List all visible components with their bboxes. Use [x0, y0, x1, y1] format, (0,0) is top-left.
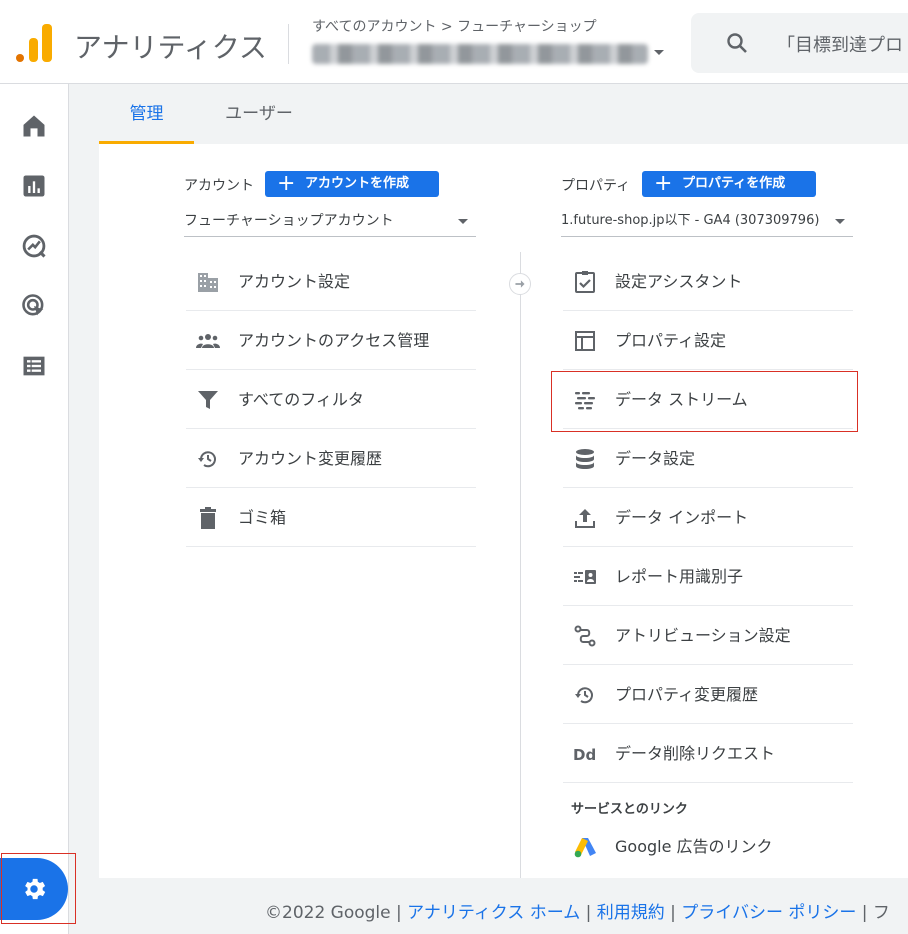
property-selector[interactable]: 1.future-shop.jp以下 - GA4 (307309796)	[561, 207, 853, 237]
menu-item-label: ゴミ箱	[238, 508, 287, 527]
footer-link-terms[interactable]: 利用規約	[597, 903, 665, 923]
advertising-icon[interactable]	[20, 292, 48, 320]
setup-assistant-item[interactable]: 設定アシスタント	[563, 253, 853, 311]
menu-item-label: 設定アシスタント	[615, 272, 743, 291]
configure-icon[interactable]	[20, 352, 48, 380]
analytics-logo-icon[interactable]	[16, 22, 52, 62]
footer-link-privacy[interactable]: プライバシー ポリシー	[681, 903, 856, 923]
attribution-icon	[574, 625, 596, 647]
menu-item-label: アカウント設定	[238, 272, 351, 291]
building-icon	[198, 273, 218, 292]
create-property-label: プロパティを作成	[682, 176, 786, 191]
reporting-identity-item[interactable]: レポート用識別子	[563, 548, 853, 606]
google-ads-link-item[interactable]: Google 広告のリンク	[563, 818, 853, 876]
data-streams-item[interactable]: データ ストリーム	[563, 371, 853, 429]
history-icon	[575, 687, 593, 704]
data-settings-item[interactable]: データ設定	[563, 430, 853, 488]
account-history-item[interactable]: アカウント変更履歴	[186, 430, 476, 488]
upload-icon	[575, 509, 595, 528]
menu-item-label: Google 広告のリンク	[615, 837, 773, 856]
search-icon	[727, 33, 747, 53]
tab-user[interactable]: ユーザー	[209, 84, 309, 144]
stream-icon	[575, 392, 595, 410]
admin-button[interactable]	[0, 858, 68, 920]
admin-panel: アカウント + アカウントを作成 フューチャーショップアカウント アカウント設定…	[99, 144, 908, 878]
database-icon	[576, 449, 594, 469]
account-label: アカウント	[184, 178, 254, 194]
account-selector-value: フューチャーショップアカウント	[184, 213, 394, 229]
create-account-button[interactable]: + アカウントを作成	[265, 171, 439, 197]
property-history-item[interactable]: プロパティ変更履歴	[563, 666, 853, 724]
trash-icon	[200, 507, 216, 529]
history-icon	[198, 451, 216, 468]
breadcrumb[interactable]: すべてのアカウント > フューチャーショップ	[312, 16, 597, 36]
tab-admin[interactable]: 管理	[99, 84, 194, 144]
data-import-item[interactable]: データ インポート	[563, 489, 853, 547]
admin-tabs: 管理 ユーザー	[99, 84, 908, 144]
dd-icon: Dd	[573, 746, 596, 764]
left-nav	[0, 84, 69, 934]
property-selector-blurred[interactable]	[312, 44, 648, 64]
property-settings-item[interactable]: プロパティ設定	[563, 312, 853, 370]
identity-icon	[574, 570, 596, 584]
services-header: サービスとのリンク	[571, 802, 688, 817]
arrow-right-icon	[509, 273, 531, 295]
checklist-icon	[575, 271, 595, 293]
property-label: プロパティ	[561, 178, 631, 194]
footer-link-analytics-home[interactable]: アナリティクス ホーム	[407, 903, 580, 923]
app-title: アナリティクス	[74, 31, 267, 64]
menu-item-label: プロパティ設定	[615, 331, 727, 350]
column-divider	[520, 252, 521, 878]
top-header: アナリティクス すべてのアカウント > フューチャーショップ 「目標到達プロ	[0, 0, 908, 84]
menu-item-label: レポート用識別子	[615, 567, 744, 586]
menu-item-label: データ ストリーム	[615, 390, 748, 409]
chevron-down-icon	[835, 219, 845, 224]
account-settings-item[interactable]: アカウント設定	[186, 253, 476, 311]
google-ads-icon	[574, 838, 596, 858]
account-selector[interactable]: フューチャーショップアカウント	[184, 207, 476, 237]
explore-icon[interactable]	[20, 232, 48, 260]
all-filters-item[interactable]: すべてのフィルタ	[186, 371, 476, 429]
footer: ©2022 Google | アナリティクス ホーム | 利用規約 | プライバ…	[265, 903, 890, 923]
svg-text:Dd: Dd	[573, 746, 596, 764]
menu-item-label: すべてのフィルタ	[238, 390, 364, 409]
plus-icon: +	[654, 171, 673, 196]
trash-item[interactable]: ゴミ箱	[186, 489, 476, 547]
people-icon	[196, 334, 220, 348]
gear-icon	[25, 878, 46, 900]
plus-icon: +	[277, 171, 296, 196]
menu-item-label: データ インポート	[615, 508, 749, 527]
search-input[interactable]: 「目標到達プロ	[777, 31, 903, 57]
layout-icon	[575, 331, 595, 351]
account-access-item[interactable]: アカウントのアクセス管理	[186, 312, 476, 370]
copyright-text: ©2022 Google	[265, 903, 391, 923]
footer-trailing: フ	[872, 903, 890, 923]
create-account-label: アカウントを作成	[305, 176, 410, 191]
menu-item-label: データ設定	[615, 449, 696, 468]
search-bar[interactable]: 「目標到達プロ	[691, 13, 908, 73]
chevron-down-icon	[458, 219, 468, 224]
menu-item-label: アカウントのアクセス管理	[238, 331, 430, 350]
data-deletion-item[interactable]: Dd データ削除リクエスト	[563, 725, 853, 783]
menu-item-label: データ削除リクエスト	[615, 744, 776, 763]
reports-icon[interactable]	[20, 172, 48, 200]
header-divider	[288, 24, 289, 64]
attribution-settings-item[interactable]: アトリビューション設定	[563, 607, 853, 665]
filter-icon	[198, 391, 218, 409]
create-property-button[interactable]: + プロパティを作成	[642, 171, 816, 197]
home-icon[interactable]	[20, 112, 48, 140]
menu-item-label: アカウント変更履歴	[238, 449, 383, 468]
menu-item-label: プロパティ変更履歴	[615, 685, 759, 704]
menu-item-label: アトリビューション設定	[615, 626, 791, 645]
property-selector-caret-icon[interactable]	[654, 50, 664, 55]
property-selector-value: 1.future-shop.jp以下 - GA4 (307309796)	[561, 213, 820, 228]
